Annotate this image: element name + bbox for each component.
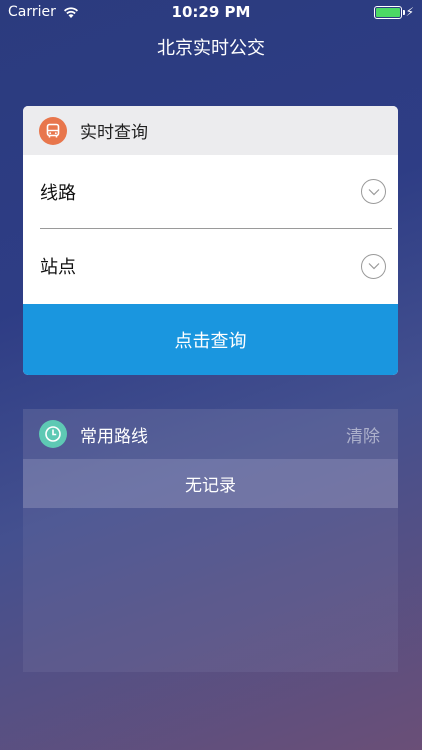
realtime-query-card: 实时查询 线路 站点 点击查询	[23, 106, 398, 375]
favorites-title: 常用路线	[80, 426, 148, 447]
chevron-down-icon[interactable]	[361, 179, 386, 204]
route-select[interactable]: 线路	[40, 155, 392, 229]
carrier-label: Carrier	[8, 4, 56, 20]
chevron-down-icon[interactable]	[361, 253, 386, 279]
status-bar: Carrier 10:29 PM ⚡	[0, 0, 422, 24]
status-left: Carrier	[8, 4, 80, 20]
charging-icon: ⚡	[405, 5, 414, 19]
station-select[interactable]: 站点	[23, 229, 398, 303]
clear-button[interactable]: 清除	[346, 422, 380, 447]
query-card-header: 实时查询	[23, 106, 398, 155]
route-label: 线路	[40, 182, 76, 204]
empty-state: 无记录	[23, 459, 398, 508]
favorite-routes-panel: 常用路线 清除 无记录	[23, 409, 398, 672]
battery-icon	[373, 5, 405, 19]
query-card-title: 实时查询	[80, 123, 148, 143]
clock-icon	[39, 420, 67, 448]
favorites-header: 常用路线 清除	[23, 409, 398, 459]
query-button[interactable]: 点击查询	[23, 304, 398, 375]
status-time: 10:29 PM	[171, 3, 251, 21]
wifi-icon	[63, 7, 78, 18]
status-right: ⚡	[373, 5, 414, 19]
page-title: 北京实时公交	[157, 38, 265, 59]
bus-icon	[39, 116, 67, 145]
station-label: 站点	[40, 257, 76, 278]
